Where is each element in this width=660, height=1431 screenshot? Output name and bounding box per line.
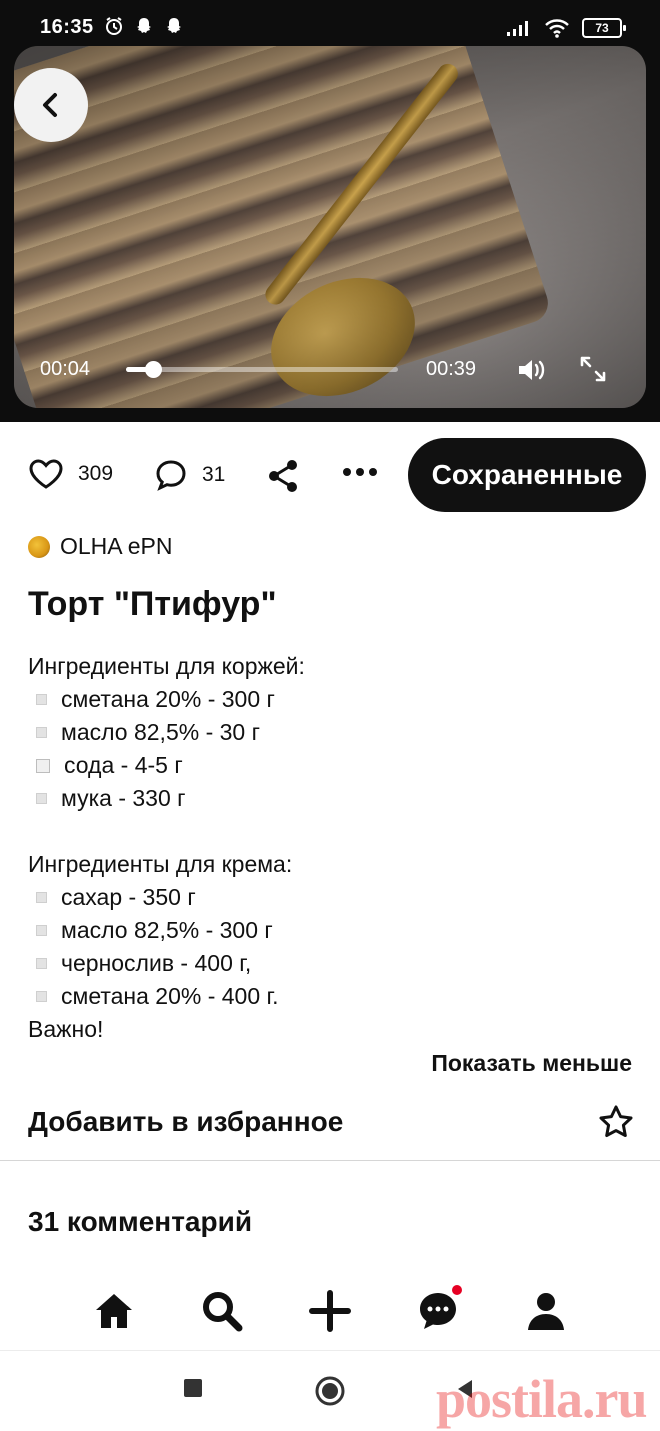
back-button[interactable] [14,68,88,142]
snapchat-icon [137,18,151,33]
current-time: 00:04 [40,358,91,380]
ingredient-item: масло 82,5% - 30 г [28,716,638,749]
ingredient-text: сметана 20% - 400 г. [61,983,279,1009]
status-right-icons: 73 [506,18,626,38]
share-icon [269,460,297,492]
star-icon[interactable] [598,1104,634,1140]
description-text: Ингредиенты для крема: [28,851,293,877]
ingredient-item: масло 82,5% - 300 г [28,914,638,947]
ingredient-text: масло 82,5% - 30 г [61,719,260,745]
share-action[interactable] [266,458,302,494]
alarm-icon [106,17,122,35]
heart-icon [29,459,63,489]
divider [0,1160,660,1161]
ingredient-item: сметана 20% - 400 г. [28,980,638,1013]
author-name: OLHA ePN [60,533,173,559]
bullet-icon [36,758,50,773]
plus-icon [309,1290,351,1332]
pin-title: Торт "Птифур" [28,585,277,623]
more-action[interactable] [342,466,378,478]
bullet-icon [36,793,47,804]
ingredient-item: сахар - 350 г [28,881,638,914]
bullet-icon [36,958,47,969]
author-avatar [28,535,50,558]
ingredient-text: сода - 4-5 г [64,752,183,778]
like-action[interactable]: 309 [28,458,113,490]
description-text: Важно! [28,1016,104,1042]
signal-icon [507,21,528,36]
likes-count: 309 [78,462,114,485]
bullet-icon [36,991,47,1002]
bullet-icon [36,694,47,705]
watermark: postila.ru [436,1369,648,1429]
bullet-icon [36,892,47,903]
comments-heading: 31 комментарий [28,1206,253,1237]
video-controls: 00:04 00:39 [14,328,646,408]
duration: 00:39 [426,358,477,380]
bullet-icon [36,925,47,936]
pin-description: Ингредиенты для коржей: сметана 20% - 300… [28,650,638,1046]
ingredient-item: чернослив - 400 г, [28,947,638,980]
bullet-icon [36,727,47,738]
bottom-nav [0,1275,660,1347]
home-icon [96,1294,132,1328]
status-time: 16:35 [40,16,94,38]
ingredient-text: мука - 330 г [61,785,186,811]
action-row: 309 31 Сохраненные [0,438,660,512]
recent-apps-icon[interactable] [182,1377,204,1399]
ingredient-item: сода - 4-5 г [28,749,638,782]
comment-action[interactable]: 31 [154,458,225,492]
saved-button[interactable]: Сохраненные [408,438,646,512]
wifi-icon [545,19,569,38]
comment-icon [156,460,186,491]
ingredient-item: сметана 20% - 300 г [28,683,638,716]
add-to-favorites-row[interactable]: Добавить в избранное [28,1102,634,1142]
battery-icon: 73 [582,18,626,38]
description-text: Ингредиенты для коржей: [28,653,305,679]
home-system-icon[interactable] [314,1375,346,1407]
ingredient-item: мука - 330 г [28,782,638,815]
show-less-link[interactable]: Показать меньше [431,1050,632,1077]
messages-icon [420,1293,456,1329]
seek-bar[interactable] [126,361,398,378]
fullscreen-icon[interactable] [578,354,608,384]
nav-profile[interactable] [522,1287,570,1335]
volume-icon[interactable] [516,356,548,384]
nav-messages[interactable] [414,1285,462,1335]
ingredient-text: сметана 20% - 300 г [61,686,275,712]
comments-count: 31 [202,463,226,486]
nav-create[interactable] [306,1287,354,1335]
add-to-favorites-label: Добавить в избранное [28,1106,344,1137]
video-player[interactable]: 00:04 00:39 [14,46,646,408]
ingredient-text: чернослив - 400 г, [61,950,252,976]
notification-dot [452,1285,462,1295]
profile-icon [528,1293,564,1330]
nav-home[interactable] [90,1287,138,1335]
nav-search[interactable] [198,1287,246,1335]
ingredient-text: сахар - 350 г [61,884,196,910]
search-icon [203,1292,243,1332]
ingredient-text: масло 82,5% - 300 г [61,917,273,943]
chevron-left-icon [43,93,57,117]
more-icon [343,468,377,476]
author-row[interactable]: OLHA ePN [28,533,173,560]
status-left-icons [104,16,184,36]
status-bar: 16:35 73 [0,0,660,50]
seek-knob[interactable] [145,361,163,378]
snapchat-icon-2 [167,18,181,33]
